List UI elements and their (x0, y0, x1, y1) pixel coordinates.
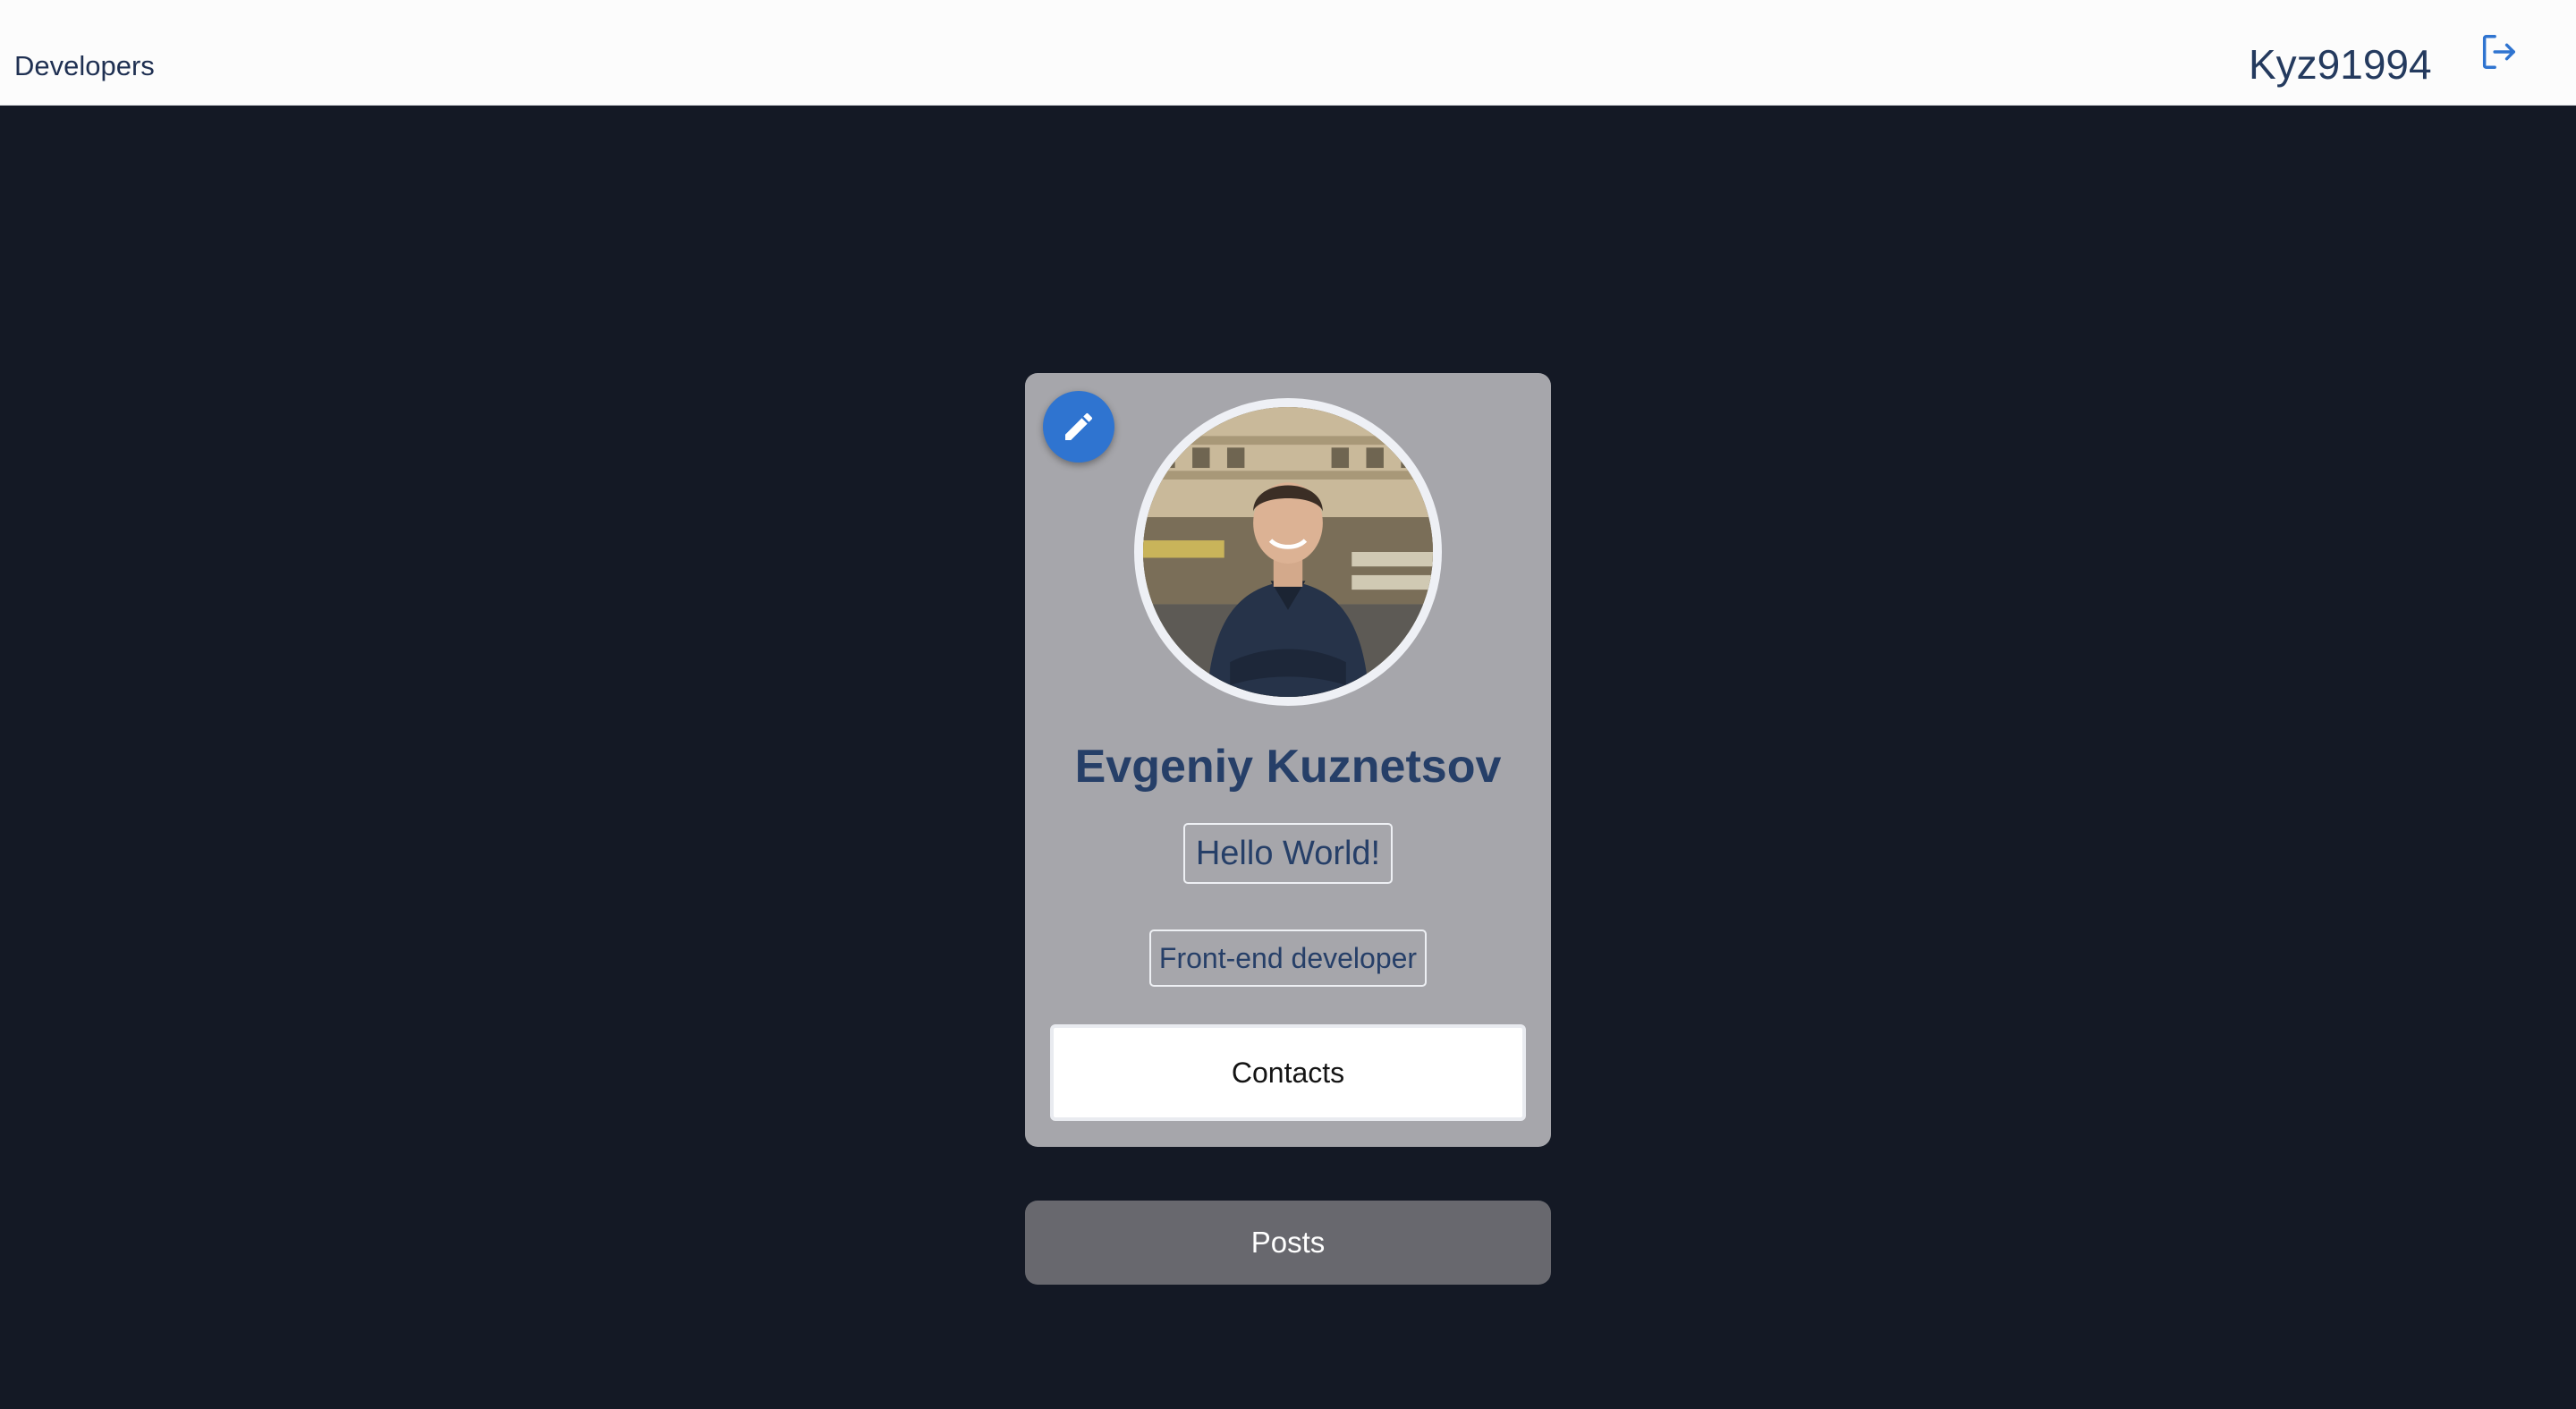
profile-status[interactable]: Hello World! (1183, 823, 1393, 884)
profile-name: Evgeniy Kuznetsov (1074, 741, 1502, 793)
logout-icon[interactable] (2478, 31, 2519, 72)
developers-link[interactable]: Developers (14, 50, 155, 82)
profile-job-title: Front-end developer (1149, 929, 1427, 987)
username-label: Kyz91994 (2249, 41, 2432, 88)
pencil-icon (1065, 412, 1093, 440)
avatar (1134, 398, 1442, 706)
contacts-button[interactable]: Contacts (1050, 1024, 1526, 1121)
posts-button[interactable]: Posts (1025, 1201, 1551, 1285)
profile-card: Evgeniy Kuznetsov Hello World! Front-end… (1025, 373, 1551, 1147)
edit-profile-button[interactable] (1043, 391, 1114, 463)
top-bar: Developers Kyz91994 (0, 0, 2576, 106)
